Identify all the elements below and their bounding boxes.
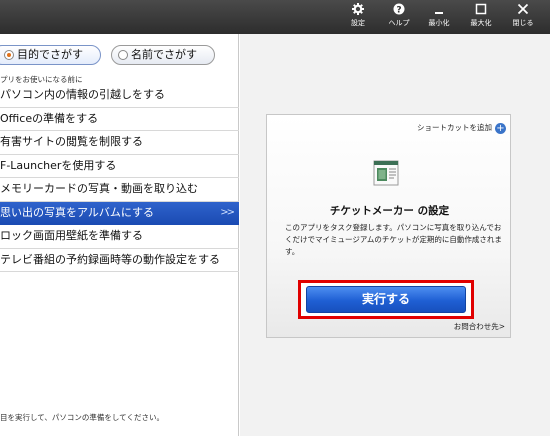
search-mode-tabs: 目的でさがす 名前でさがす (0, 45, 239, 67)
list-item[interactable]: F-Launcherを使用する (0, 155, 239, 178)
maximize-button[interactable]: 最大化 (463, 3, 499, 31)
run-button[interactable]: 実行する (306, 286, 466, 313)
tab-label: 目的でさがす (17, 48, 83, 61)
list-item-label: 有害サイトの閲覧を制限する (0, 135, 143, 148)
list-item-label: 思い出の写真をアルバムにする (0, 205, 154, 219)
add-shortcut-label: ショートカットを追加 (417, 123, 492, 132)
list-item-label: テレビ番組の予約録画時等の動作設定をする (0, 252, 220, 266)
list-item-label: F-Launcherを使用する (0, 158, 117, 172)
add-shortcut-link[interactable]: ショートカットを追加 + (417, 122, 506, 134)
list-item[interactable]: テレビ番組の予約録画時等の動作設定をする (0, 249, 239, 272)
svg-text:?: ? (396, 6, 401, 16)
app-title: チケットメーカー の設定 (329, 205, 450, 217)
list-item-label: ロック画面用壁紙を準備する (0, 229, 143, 242)
minimize-label: 最小化 (428, 19, 450, 27)
radio-unselected-icon (118, 50, 128, 60)
maximize-icon (463, 3, 499, 18)
double-chevron-icon: >> (220, 206, 235, 218)
list-item-selected[interactable]: 思い出の写真をアルバムにする >> (0, 201, 239, 225)
task-list: パソコン内の情報の引越しをする Officeの準備をする 有害サイトの閲覧を制限… (0, 84, 239, 272)
highlight-frame: 実行する (298, 280, 474, 319)
title-bar: 設定 ? ヘルプ 最小化 最大化 閉じる (0, 0, 550, 34)
list-item[interactable]: メモリーカードの写真・動画を取り込む (0, 178, 239, 202)
tab-search-by-purpose[interactable]: 目的でさがす (0, 45, 101, 65)
list-item-label: パソコン内の情報の引越しをする (0, 88, 165, 101)
contact-link[interactable]: お問合わせ先> (454, 321, 505, 332)
minimize-button[interactable]: 最小化 (421, 3, 457, 31)
list-item[interactable]: 有害サイトの閲覧を制限する (0, 131, 239, 155)
close-label: 閉じる (512, 19, 534, 27)
task-list-pane: 目的でさがす 名前でさがす プリをお使いになる前に パソコン内の情報の引越しをす… (0, 34, 239, 436)
tab-label: 名前でさがす (131, 48, 197, 61)
close-icon (505, 3, 541, 18)
list-item[interactable]: Officeの準備をする (0, 108, 239, 131)
help-icon: ? (381, 3, 417, 18)
close-button[interactable]: 閉じる (505, 3, 541, 31)
list-item-label: メモリーカードの写真・動画を取り込む (0, 182, 198, 195)
list-item[interactable]: ロック画面用壁紙を準備する (0, 225, 239, 249)
ticket-maker-app-icon (368, 158, 403, 188)
list-item[interactable]: パソコン内の情報の引越しをする (0, 84, 239, 108)
list-item-label: Officeの準備をする (0, 111, 99, 125)
help-button[interactable]: ? ヘルプ (381, 3, 417, 31)
radio-selected-icon (4, 50, 14, 60)
gear-icon (340, 3, 376, 18)
plus-icon: + (495, 122, 506, 134)
settings-button[interactable]: 設定 (340, 3, 376, 31)
app-detail-card: ショートカットを追加 + チケットメーカー の設定 このアプリをタスク登録します。… (266, 114, 511, 338)
tab-search-by-name[interactable]: 名前でさがす (111, 45, 215, 65)
app-description: このアプリをタスク登録します。パソコンに写真を取り込んでおくだけでマイミュージア… (285, 223, 502, 256)
detail-pane: ショートカットを追加 + チケットメーカー の設定 このアプリをタスク登録します。… (240, 34, 550, 436)
footer-instruction: 目を実行して、パソコンの準備をしてください。 (0, 413, 164, 422)
minimize-icon (421, 3, 457, 18)
maximize-label: 最大化 (470, 19, 492, 27)
